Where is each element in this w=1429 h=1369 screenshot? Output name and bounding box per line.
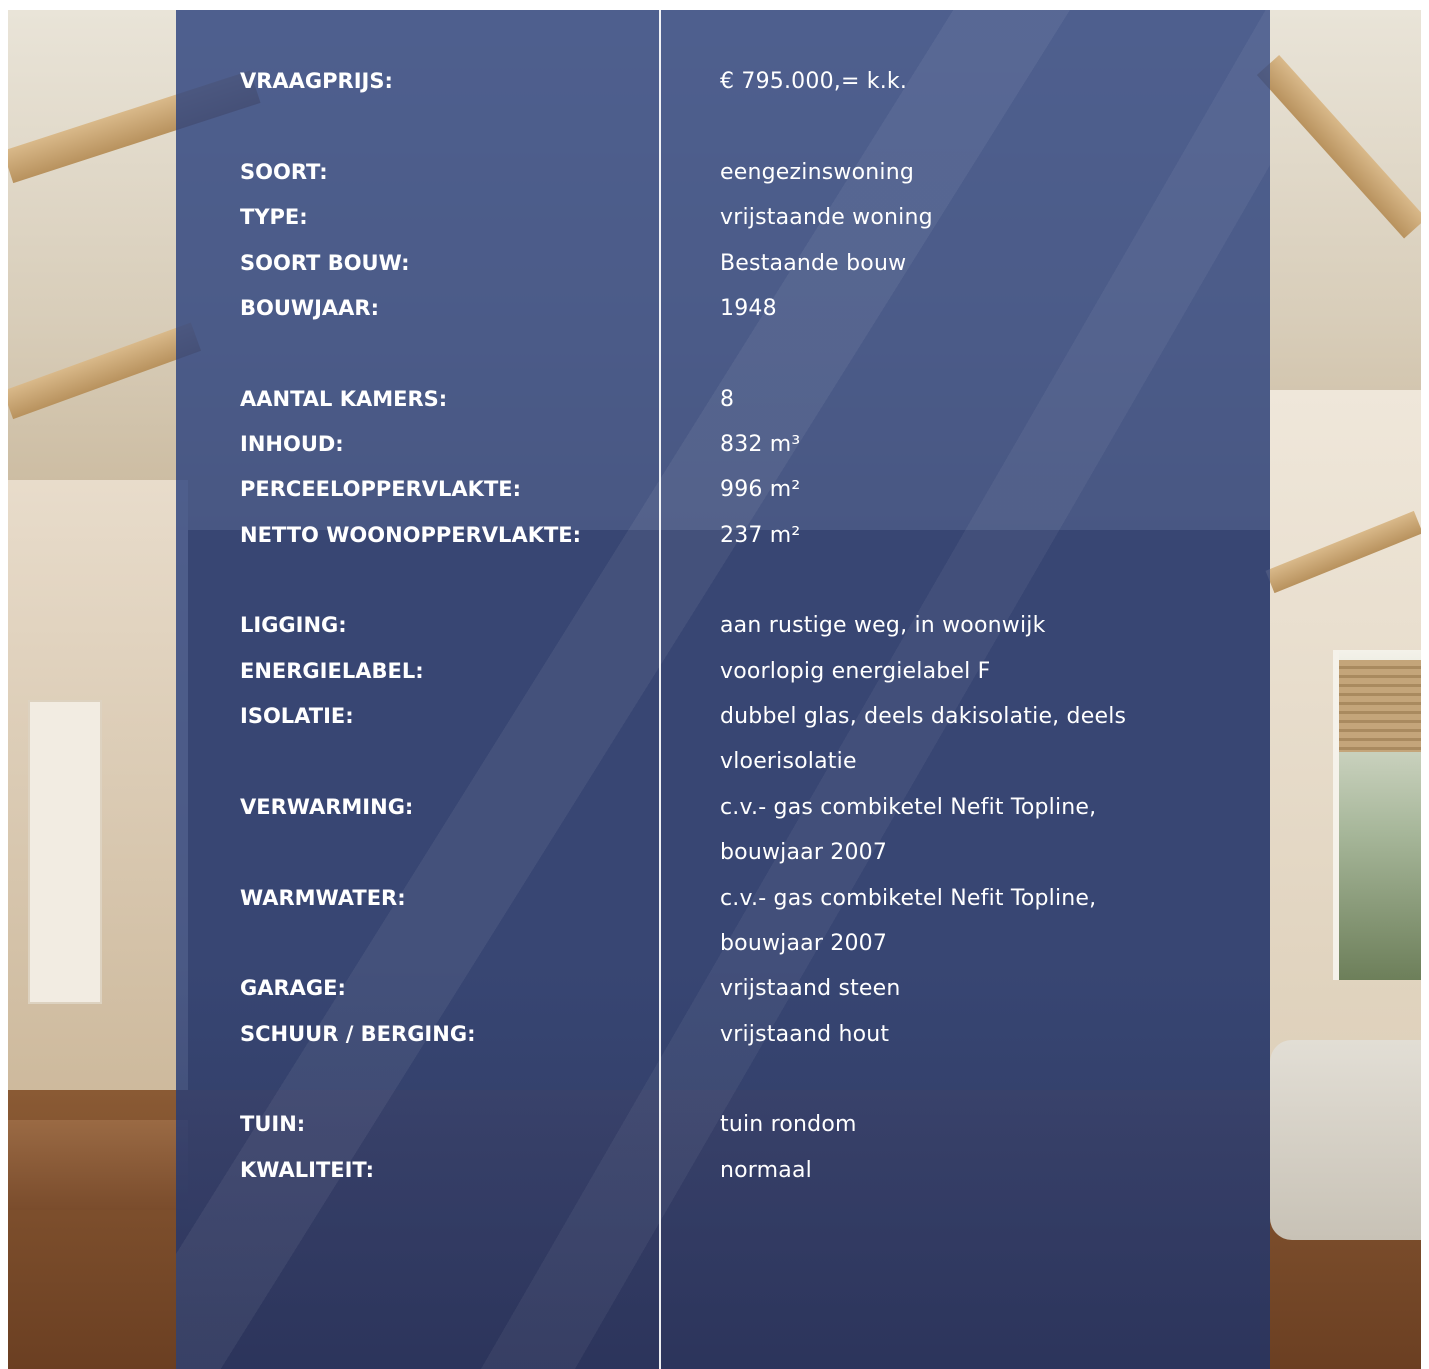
spec-value: 1948: [720, 296, 777, 321]
spec-label: LIGGING:: [240, 613, 347, 637]
spec-value: aan rustige weg, in woonwijk: [720, 613, 1046, 638]
spec-label: BOUWJAAR:: [240, 296, 379, 320]
spec-row-bouwjaar: BOUWJAAR: 1948: [8, 286, 1421, 331]
spec-value: Bestaande bouw: [720, 251, 907, 276]
spec-row-ligging: LIGGING: aan rustige weg, in woonwijk: [8, 603, 1421, 648]
spec-list: VRAAGPRIJS: € 795.000,= k.k. SOORT: eeng…: [8, 10, 1421, 1369]
spec-row-soort-bouw: SOORT BOUW: Bestaande bouw: [8, 241, 1421, 286]
spec-row-energielabel: ENERGIELABEL: voorlopig energielabel F: [8, 649, 1421, 694]
spec-label: TYPE:: [240, 205, 308, 229]
spec-row-garage: GARAGE: vrijstaand steen: [8, 966, 1421, 1011]
spec-value: 237 m²: [720, 523, 801, 548]
spec-label: PERCEELOPPERVLAKTE:: [240, 477, 522, 501]
spec-row-verwarming: VERWARMING: c.v.- gas combiketel Nefit T…: [8, 785, 1421, 865]
spec-row-kwaliteit: KWALITEIT: normaal: [8, 1148, 1421, 1193]
spec-value: 8: [720, 387, 735, 412]
spec-label: INHOUD:: [240, 432, 344, 456]
spec-value: vrijstaand steen: [720, 976, 901, 1001]
spec-label: TUIN:: [240, 1112, 306, 1136]
spec-label: SCHUUR / BERGING:: [240, 1022, 476, 1046]
spec-label: SOORT:: [240, 160, 328, 184]
spec-row-isolatie: ISOLATIE: dubbel glas, deels dakisolatie…: [8, 694, 1421, 774]
spec-row-schuur-berging: SCHUUR / BERGING: vrijstaand hout: [8, 1012, 1421, 1057]
spec-value: vrijstaand hout: [720, 1022, 890, 1047]
spec-label: KWALITEIT:: [240, 1158, 374, 1182]
spec-row-perceeloppervlakte: PERCEELOPPERVLAKTE: 996 m²: [8, 467, 1421, 512]
spec-value: c.v.- gas combiketel Nefit Topline, bouw…: [720, 886, 1097, 957]
spec-value: tuin rondom: [720, 1112, 857, 1137]
property-details-section: VRAAGPRIJS: € 795.000,= k.k. SOORT: eeng…: [8, 10, 1421, 1369]
spec-row-warmwater: WARMWATER: c.v.- gas combiketel Nefit To…: [8, 876, 1421, 956]
spec-label: VRAAGPRIJS:: [240, 69, 393, 93]
spec-value: voorlopig energielabel F: [720, 659, 991, 684]
spec-row-netto-woonoppervlakte: NETTO WOONOPPERVLAKTE: 237 m²: [8, 513, 1421, 558]
spec-label: NETTO WOONOPPERVLAKTE:: [240, 523, 582, 547]
spec-label: VERWARMING:: [240, 795, 414, 819]
spec-label: ENERGIELABEL:: [240, 659, 424, 683]
spec-label: GARAGE:: [240, 976, 346, 1000]
spec-row-inhoud: INHOUD: 832 m³: [8, 422, 1421, 467]
spec-value: vrijstaande woning: [720, 205, 933, 230]
spec-label: AANTAL KAMERS:: [240, 387, 448, 411]
spec-value: € 795.000,= k.k.: [720, 69, 908, 94]
spec-row-tuin: TUIN: tuin rondom: [8, 1102, 1421, 1147]
spec-value: 996 m²: [720, 477, 801, 502]
spec-value: c.v.- gas combiketel Nefit Topline, bouw…: [720, 795, 1097, 866]
spec-row-aantal-kamers: AANTAL KAMERS: 8: [8, 377, 1421, 422]
spec-value: normaal: [720, 1158, 812, 1183]
spec-value: 832 m³: [720, 432, 801, 457]
spec-row-soort: SOORT: eengezinswoning: [8, 150, 1421, 195]
spec-row-type: TYPE: vrijstaande woning: [8, 195, 1421, 240]
spec-label: SOORT BOUW:: [240, 251, 410, 275]
spec-value: eengezinswoning: [720, 160, 914, 185]
spec-row-vraagprijs: VRAAGPRIJS: € 795.000,= k.k.: [8, 59, 1421, 104]
spec-label: ISOLATIE:: [240, 704, 354, 728]
spec-label: WARMWATER:: [240, 886, 406, 910]
spec-value: dubbel glas, deels dakisolatie, deels vl…: [720, 704, 1127, 775]
